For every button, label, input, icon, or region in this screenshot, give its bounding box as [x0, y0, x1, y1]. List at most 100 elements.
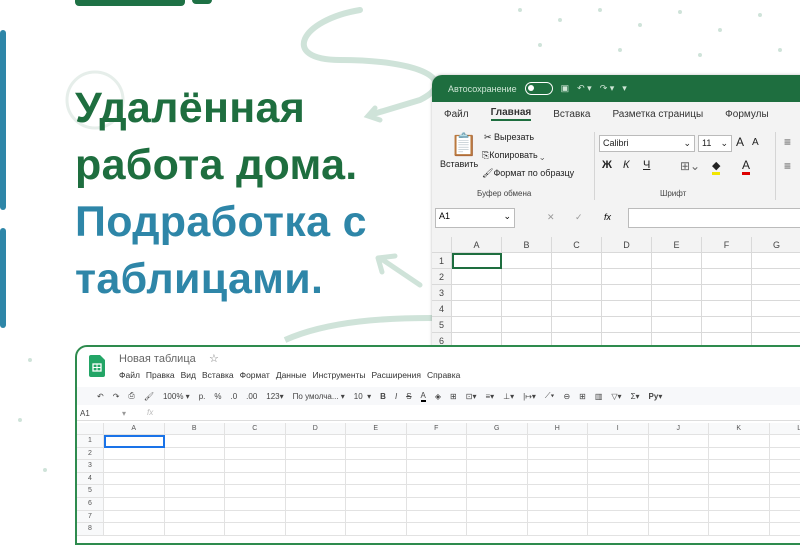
row-header[interactable]: 1: [432, 253, 452, 269]
cell[interactable]: [770, 460, 800, 473]
cell[interactable]: [588, 498, 649, 511]
cell[interactable]: [104, 460, 165, 473]
cell[interactable]: [752, 253, 800, 269]
cell[interactable]: [770, 435, 800, 448]
formula-input[interactable]: [628, 208, 800, 228]
cell[interactable]: [467, 435, 528, 448]
functions-icon[interactable]: Σ▾: [631, 392, 640, 401]
cell[interactable]: [407, 485, 468, 498]
bold-button[interactable]: B: [380, 392, 386, 401]
row-header[interactable]: 4: [77, 473, 104, 486]
print-icon[interactable]: ⎙: [128, 391, 134, 401]
menu-format[interactable]: Формат: [240, 370, 270, 380]
cell[interactable]: [104, 473, 165, 486]
cell[interactable]: [286, 485, 347, 498]
cell[interactable]: [104, 498, 165, 511]
text-color-button[interactable]: A: [421, 391, 426, 402]
cell[interactable]: [752, 317, 800, 333]
cell[interactable]: [528, 448, 589, 461]
font-color-button[interactable]: A: [742, 158, 750, 175]
star-icon[interactable]: ☆: [209, 352, 219, 365]
column-header[interactable]: C: [552, 237, 602, 253]
document-title[interactable]: Новая таблица: [119, 353, 196, 365]
filter-icon[interactable]: ▽▾: [611, 392, 621, 401]
cell[interactable]: [602, 317, 652, 333]
align-top-icon[interactable]: ≡: [784, 135, 791, 149]
cell[interactable]: [452, 301, 502, 317]
name-box[interactable]: A1: [80, 409, 90, 418]
cell[interactable]: [225, 460, 286, 473]
cell[interactable]: [165, 498, 226, 511]
cell[interactable]: [652, 317, 702, 333]
cell[interactable]: [649, 498, 710, 511]
font-size-select[interactable]: 10 ▾: [354, 392, 371, 401]
cell[interactable]: [649, 460, 710, 473]
cell[interactable]: [770, 473, 800, 486]
cell[interactable]: [602, 269, 652, 285]
cell[interactable]: [588, 448, 649, 461]
row-header[interactable]: 2: [77, 448, 104, 461]
cell[interactable]: [528, 460, 589, 473]
row-header[interactable]: 5: [432, 317, 452, 333]
merge-icon[interactable]: ⊡▾: [466, 392, 477, 401]
undo-icon[interactable]: ↶ ▾: [577, 83, 592, 94]
cell[interactable]: [652, 269, 702, 285]
cell[interactable]: [165, 511, 226, 524]
cell[interactable]: [346, 511, 407, 524]
enter-icon[interactable]: ✓: [575, 212, 583, 223]
cell[interactable]: [588, 485, 649, 498]
paint-format-icon[interactable]: 🖌: [144, 392, 154, 401]
menu-extensions[interactable]: Расширения: [372, 370, 421, 380]
cell[interactable]: [452, 253, 502, 269]
column-header[interactable]: E: [346, 423, 407, 435]
cell[interactable]: [286, 473, 347, 486]
column-header[interactable]: K: [709, 423, 770, 435]
cell[interactable]: [165, 485, 226, 498]
redo-icon[interactable]: ↷ ▾: [600, 83, 615, 94]
percent-button[interactable]: %: [214, 392, 221, 401]
column-header[interactable]: D: [286, 423, 347, 435]
cell[interactable]: [346, 498, 407, 511]
cell[interactable]: [770, 498, 800, 511]
column-header[interactable]: H: [528, 423, 589, 435]
cell[interactable]: [528, 498, 589, 511]
cell[interactable]: [588, 460, 649, 473]
column-header[interactable]: I: [588, 423, 649, 435]
cell[interactable]: [452, 317, 502, 333]
cell[interactable]: [552, 317, 602, 333]
tab-formulas[interactable]: Формулы: [725, 109, 769, 120]
align-left-icon[interactable]: ≡: [784, 159, 791, 173]
cell[interactable]: [649, 473, 710, 486]
wrap-icon[interactable]: |↦▾: [523, 392, 536, 401]
menu-edit[interactable]: Правка: [146, 370, 175, 380]
bold-button[interactable]: Ж: [602, 159, 612, 171]
font-select[interactable]: По умолча... ▾: [293, 392, 345, 401]
cell[interactable]: [407, 435, 468, 448]
cell[interactable]: [407, 473, 468, 486]
italic-button[interactable]: I: [395, 392, 397, 401]
cell[interactable]: [165, 523, 226, 536]
cell[interactable]: [752, 285, 800, 301]
cell[interactable]: [502, 253, 552, 269]
increase-decimal-button[interactable]: .00: [246, 392, 257, 401]
cell[interactable]: [709, 523, 770, 536]
column-header[interactable]: G: [467, 423, 528, 435]
input-tools-icon[interactable]: Pу▾: [649, 392, 663, 401]
cell[interactable]: [588, 511, 649, 524]
paste-button[interactable]: Вставить: [440, 159, 478, 169]
cell[interactable]: [502, 285, 552, 301]
cell[interactable]: [770, 511, 800, 524]
decrease-decimal-button[interactable]: .0: [230, 392, 237, 401]
cell[interactable]: [286, 435, 347, 448]
undo-icon[interactable]: ↶: [97, 392, 104, 401]
customize-icon[interactable]: ▾: [622, 83, 627, 94]
cell[interactable]: [702, 301, 752, 317]
cell[interactable]: [286, 511, 347, 524]
select-all-corner[interactable]: [77, 423, 104, 435]
row-header[interactable]: 1: [77, 435, 104, 448]
cell[interactable]: [346, 448, 407, 461]
tab-insert[interactable]: Вставка: [553, 109, 590, 120]
cell[interactable]: [407, 460, 468, 473]
cell[interactable]: [225, 473, 286, 486]
cell[interactable]: [407, 511, 468, 524]
